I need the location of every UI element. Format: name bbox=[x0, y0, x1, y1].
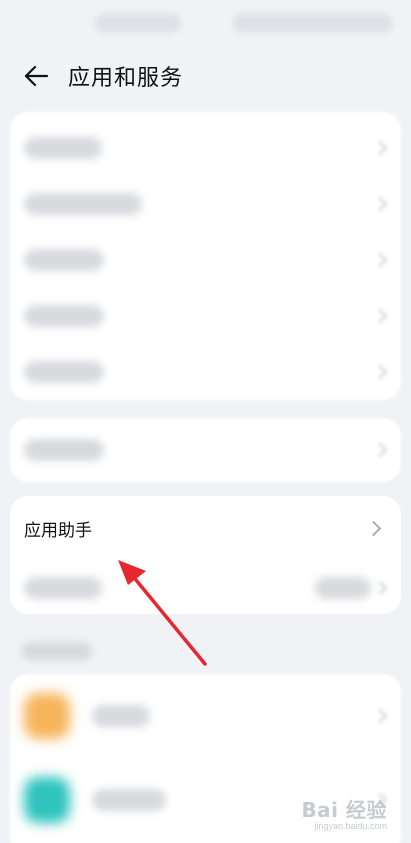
list-item-label bbox=[24, 137, 102, 159]
list-item[interactable] bbox=[10, 418, 401, 482]
list-item[interactable] bbox=[10, 288, 401, 344]
chevron-right-icon bbox=[372, 708, 388, 724]
chevron-right-icon bbox=[372, 252, 388, 268]
app-icon bbox=[24, 777, 70, 823]
watermark-url: jingyan.baidu.com bbox=[314, 821, 387, 831]
page-title: 应用和服务 bbox=[68, 65, 184, 90]
chevron-right-icon bbox=[365, 520, 382, 537]
app-icon bbox=[24, 693, 70, 739]
list-item[interactable] bbox=[10, 560, 401, 614]
chevron-right-icon bbox=[372, 364, 388, 380]
app-name bbox=[92, 705, 150, 727]
app-helper-card: 应用助手 bbox=[10, 496, 401, 614]
header: 应用和服务 bbox=[0, 54, 411, 98]
section-label bbox=[22, 642, 92, 660]
settings-card-1 bbox=[10, 112, 401, 400]
status-bar-left bbox=[95, 13, 181, 33]
chevron-right-icon bbox=[372, 442, 388, 458]
chevron-right-icon bbox=[372, 140, 388, 156]
list-item-label bbox=[24, 193, 142, 215]
list-item-label bbox=[24, 577, 102, 599]
chevron-right-icon bbox=[372, 308, 388, 324]
list-item-label bbox=[24, 249, 104, 271]
chevron-right-icon bbox=[372, 580, 388, 596]
app-name bbox=[92, 789, 166, 811]
settings-card-2 bbox=[10, 418, 401, 482]
list-item-label bbox=[24, 305, 104, 327]
back-arrow-icon[interactable] bbox=[18, 58, 54, 94]
list-item[interactable] bbox=[10, 176, 401, 232]
list-item[interactable] bbox=[10, 344, 401, 400]
app-list-item[interactable] bbox=[10, 674, 401, 758]
chevron-right-icon bbox=[372, 196, 388, 212]
list-item[interactable] bbox=[10, 232, 401, 288]
screen: 应用和服务 应用助手 Bai 经验 jingyan.baidu.com bbox=[0, 0, 411, 843]
list-item[interactable] bbox=[10, 120, 401, 176]
app-helper-label: 应用助手 bbox=[24, 520, 92, 540]
list-item-label bbox=[24, 361, 104, 383]
list-item-label bbox=[24, 439, 104, 461]
watermark: Bai 经验 jingyan.baidu.com bbox=[301, 794, 387, 831]
status-bar bbox=[95, 10, 399, 36]
app-helper-row[interactable]: 应用助手 bbox=[10, 496, 401, 560]
status-bar-right bbox=[233, 13, 393, 33]
list-item-value bbox=[315, 577, 371, 599]
watermark-logo: Bai 经验 bbox=[301, 798, 387, 822]
